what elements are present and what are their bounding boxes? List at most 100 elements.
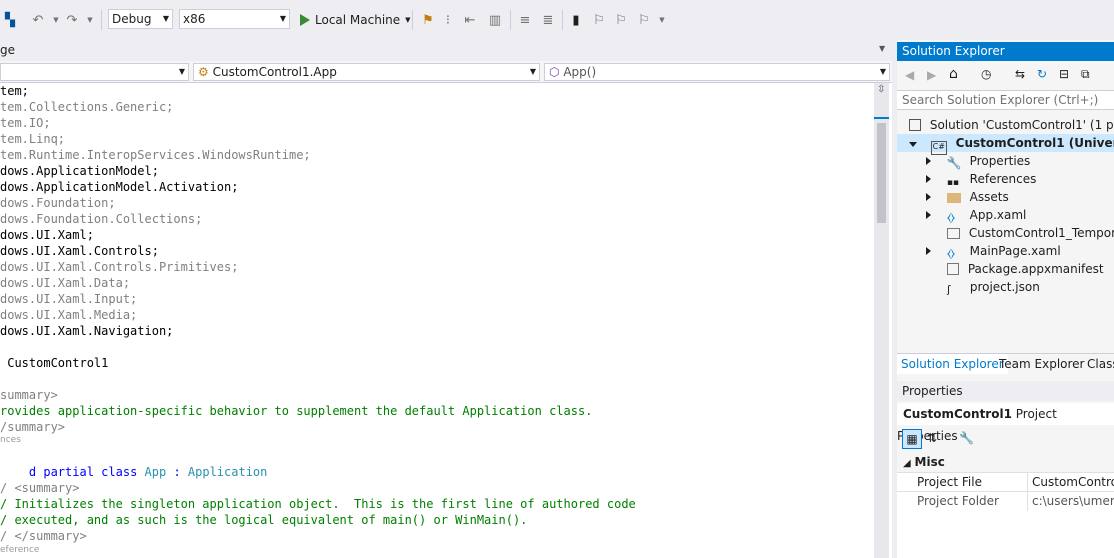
configuration-select[interactable]: Debug ▼ — [108, 9, 173, 29]
tree-item-app-xaml[interactable]: ⧼⧽ App.xaml — [926, 206, 1026, 224]
undo-icon[interactable]: ↶ — [30, 12, 46, 28]
properties-grid-empty — [897, 511, 1114, 558]
platform-select[interactable]: x86 ▼ — [179, 9, 290, 29]
code-line: dows.ApplicationModel; — [0, 164, 159, 178]
class-dropdown[interactable]: ⚙ CustomControl1.App ▼ — [193, 63, 540, 81]
tab-solution-explorer[interactable]: Solution Explorer — [897, 354, 1008, 374]
member-dropdown[interactable]: ⬡ App() ▼ — [544, 63, 890, 81]
property-pages-icon[interactable]: 🔧 — [959, 431, 974, 445]
save-all-icon[interactable]: ▚ — [2, 12, 18, 28]
redo-dropdown-icon[interactable]: ▼ — [82, 12, 98, 28]
collapse-all-icon[interactable]: ⊟ — [1059, 67, 1069, 81]
solution-label: Solution 'CustomControl1' (1 proje — [929, 118, 1114, 132]
expand-arrow-icon[interactable] — [926, 157, 931, 165]
code-line: / Initializes the singleton application … — [0, 497, 636, 511]
tree-item-certificate[interactable]: CustomControl1_Temporary — [926, 224, 1114, 242]
properties-object-header[interactable]: CustomControl1 Project Properties — [897, 403, 1114, 443]
alphabetical-icon[interactable]: ⇅ — [927, 431, 937, 445]
tab-dropdown-icon[interactable]: ▼ — [879, 44, 885, 53]
code-line: tem; — [0, 84, 29, 98]
project-dropdown[interactable]: ▼ — [0, 63, 189, 81]
previous-bookmark-icon[interactable]: ⚐ — [591, 12, 607, 28]
step-icon[interactable]: ⁝ — [440, 12, 456, 28]
tree-item-references[interactable]: ▪▪ References — [926, 170, 1036, 188]
wrench-icon: 🔧 — [946, 156, 962, 170]
references-codelens[interactable]: eference — [0, 544, 39, 556]
tree-project[interactable]: C# CustomControl1 (Universal W — [897, 134, 1114, 155]
tree-item-project-json[interactable]: ʃ project.json — [926, 278, 1040, 296]
chevron-down-icon: ▼ — [279, 14, 286, 23]
uncomment-icon[interactable]: ≣ — [540, 12, 556, 28]
columns-icon[interactable]: ▥ — [487, 12, 503, 28]
refresh-icon[interactable]: ↻ — [1037, 67, 1047, 81]
code-line: summary> — [0, 388, 58, 402]
tree-item-mainpage-xaml[interactable]: ⧼⧽ MainPage.xaml — [926, 242, 1061, 260]
tree-item-assets[interactable]: Assets — [926, 188, 1009, 206]
expand-arrow-icon[interactable] — [926, 193, 931, 201]
property-row[interactable]: Project File CustomControl — [897, 472, 1114, 492]
document-tab-row: ge ▼ — [0, 40, 892, 61]
expanded-arrow-icon[interactable] — [909, 142, 917, 147]
code-area[interactable]: tem; tem.Collections.Generic; tem.IO; te… — [0, 83, 872, 558]
expand-arrow-icon[interactable] — [926, 175, 931, 183]
tree-item-properties[interactable]: 🔧 Properties — [926, 152, 1030, 170]
tab-class-view[interactable]: Class — [1087, 357, 1114, 371]
undo-dropdown-icon[interactable]: ▼ — [48, 12, 64, 28]
indent-icon[interactable]: ⇤ — [462, 12, 478, 28]
properties-object-name: CustomControl1 — [903, 407, 1012, 421]
chevron-down-icon: ▼ — [879, 67, 886, 76]
solution-explorer-title-bar[interactable]: Solution Explorer — [897, 42, 1114, 61]
clear-bookmarks-icon[interactable]: ⚐ — [636, 12, 652, 28]
run-button[interactable]: Local Machine ▼ — [300, 11, 411, 29]
platform-value: x86 — [183, 12, 206, 26]
scroll-position-marker — [874, 117, 889, 119]
tree-solution[interactable]: Solution 'CustomControl1' (1 proje — [903, 116, 1114, 134]
code-line: tem.Linq; — [0, 132, 66, 146]
tree-item-manifest[interactable]: Package.appxmanifest — [926, 260, 1104, 278]
properties-title-bar[interactable]: Properties — [897, 381, 1114, 401]
expand-arrow-icon[interactable] — [926, 247, 931, 255]
code-line: dows.ApplicationModel.Activation; — [0, 180, 239, 194]
back-icon[interactable]: ◀ — [905, 68, 914, 82]
tree-item-label: project.json — [969, 280, 1040, 294]
collapse-category-icon[interactable]: ◢ — [897, 458, 911, 469]
next-bookmark-icon[interactable]: ⚐ — [613, 12, 629, 28]
code-line: d partial class App : Application — [0, 448, 267, 479]
forward-icon[interactable]: ▶ — [927, 68, 936, 82]
history-icon[interactable]: ◷ — [981, 67, 991, 81]
find-in-files-icon[interactable]: ⚑ — [420, 12, 436, 28]
toolbar-overflow-icon[interactable]: ▼ — [654, 12, 670, 28]
document-tab[interactable]: ge — [0, 43, 15, 57]
sync-icon[interactable]: ⇆ — [1015, 67, 1025, 81]
explorer-tab-strip: Solution Explorer Team Explorer Class — [897, 353, 1114, 376]
properties-category[interactable]: ◢ Misc — [897, 453, 1114, 472]
code-line: dows.UI.Xaml.Navigation; — [0, 324, 174, 338]
toolbar-separator — [412, 10, 413, 30]
editor-scrollbar[interactable]: ⇳ — [874, 83, 889, 558]
home-icon[interactable]: ⌂ — [949, 66, 958, 82]
toolbar-separator — [562, 10, 563, 30]
navigation-bar: ▼ ⚙ CustomControl1.App ▼ ⬡ App() ▼ — [0, 61, 892, 83]
class-declaration-text: d partial class App : Application — [28, 465, 268, 479]
code-line: dows.UI.Xaml; — [0, 228, 94, 242]
references-codelens[interactable]: nces — [0, 434, 21, 446]
property-row[interactable]: Project Folder c:\users\umer\c — [897, 491, 1114, 511]
solution-search-box[interactable]: Search Solution Explorer (Ctrl+;) — [897, 90, 1114, 110]
toolbar-separator — [510, 10, 511, 30]
bookmark-icon[interactable]: ▮ — [568, 12, 584, 28]
show-all-files-icon[interactable]: ⧉ — [1081, 67, 1090, 82]
category-label: Misc — [914, 455, 945, 469]
tab-team-explorer[interactable]: Team Explorer — [999, 357, 1085, 371]
expand-arrow-icon[interactable] — [926, 211, 931, 219]
scrollbar-thumb[interactable] — [877, 123, 886, 223]
comment-icon[interactable]: ≡ — [517, 12, 533, 28]
split-icon[interactable]: ⇳ — [877, 85, 886, 95]
solution-explorer-toolbar: ◀ ▶ ⌂ ◷ ⇆ ↻ ⊟ ⧉ — [897, 64, 1114, 88]
references-icon: ▪▪ — [946, 178, 960, 188]
code-line: / </summary> — [0, 529, 87, 543]
redo-icon[interactable]: ↷ — [64, 12, 80, 28]
search-placeholder: Search Solution Explorer (Ctrl+;) — [902, 93, 1099, 107]
categorized-icon[interactable]: ▦ — [902, 429, 922, 449]
code-line: / <summary> — [0, 481, 80, 495]
class-icon: ⚙ — [198, 65, 209, 79]
